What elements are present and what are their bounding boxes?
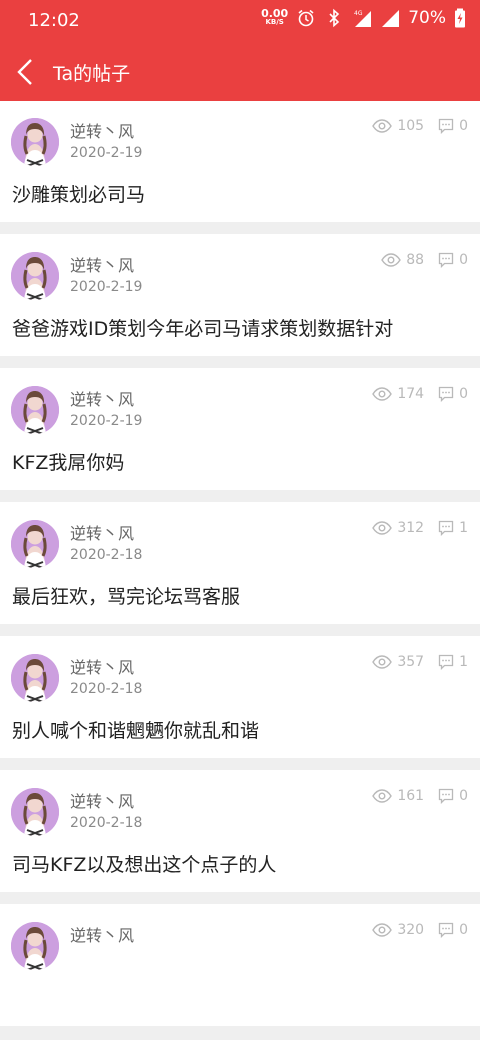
post-username[interactable]: 逆转丶风 <box>70 252 134 276</box>
eye-icon <box>372 923 393 937</box>
avatar[interactable] <box>11 922 59 970</box>
status-time: 12:02 <box>28 10 80 31</box>
post-date: 2020-2-18 <box>70 815 143 831</box>
post-item[interactable]: 逆转丶风 2020-2-18 312 1 最后狂欢，骂完论坛骂客服 <box>0 502 480 624</box>
post-comment-count: 1 <box>459 654 468 670</box>
post-date: 2020-2-19 <box>70 279 143 295</box>
post-content[interactable]: 别人喊个和谐魍魉你就乱和谐 <box>12 716 259 743</box>
post-view-count: 312 <box>397 520 425 536</box>
post-item[interactable]: 逆转丶风 2020-2-18 161 0 司马KFZ以及想出这个点子的人 <box>0 770 480 892</box>
post-stats: 357 1 <box>372 654 468 670</box>
comment-icon <box>438 922 454 938</box>
post-item[interactable]: 逆转丶风 2020-2-19 105 0 沙雕策划必司马 <box>0 101 480 222</box>
avatar-image <box>11 386 59 434</box>
post-content[interactable]: KFZ我屌你妈 <box>12 448 124 475</box>
post-date: 2020-2-18 <box>70 681 143 697</box>
post-comment-count: 0 <box>459 118 468 134</box>
post-view-count: 161 <box>397 788 425 804</box>
nav-bar: Ta的帖子 <box>0 42 480 101</box>
avatar-image <box>11 788 59 836</box>
battery-charging-icon <box>455 8 465 28</box>
post-username[interactable]: 逆转丶风 <box>70 520 134 544</box>
post-comment-count: 1 <box>459 520 468 536</box>
back-button[interactable] <box>14 58 38 86</box>
eye-icon <box>372 387 393 401</box>
comment-icon <box>438 520 454 536</box>
post-view-count: 320 <box>397 922 425 938</box>
avatar-image <box>11 252 59 300</box>
post-date: 2020-2-18 <box>70 547 143 563</box>
avatar-image <box>11 118 59 166</box>
post-view-count: 88 <box>406 252 425 268</box>
post-view-count: 105 <box>397 118 425 134</box>
post-item[interactable]: 逆转丶风 2020-2-19 174 0 KFZ我屌你妈 <box>0 368 480 490</box>
post-date: 2020-2-19 <box>70 413 143 429</box>
post-username[interactable]: 逆转丶风 <box>70 386 134 410</box>
post-comment-count: 0 <box>459 922 468 938</box>
post-item[interactable]: 逆转丶风 2020-2-18 357 1 别人喊个和谐魍魉你就乱和谐 <box>0 636 480 758</box>
comment-icon <box>438 386 454 402</box>
post-view-count: 357 <box>397 654 425 670</box>
bluetooth-icon <box>329 8 340 28</box>
avatar[interactable] <box>11 520 59 568</box>
net-speed-unit: KB/S <box>265 18 284 26</box>
comment-icon <box>438 252 454 268</box>
post-stats: 174 0 <box>372 386 468 402</box>
net-speed: 0.00 KB/S <box>261 7 289 27</box>
post-stats: 320 0 <box>372 922 468 938</box>
eye-icon <box>372 789 393 803</box>
avatar-image <box>11 654 59 702</box>
post-comment-count: 0 <box>459 252 468 268</box>
eye-icon <box>372 521 393 535</box>
wifi-signal-icon <box>382 10 400 27</box>
post-stats: 312 1 <box>372 520 468 536</box>
post-view-count: 174 <box>397 386 425 402</box>
alarm-icon <box>298 9 314 27</box>
4g-signal-icon: 4G <box>354 10 372 27</box>
status-bar: 12:02 0.00 KB/S 4G 70% <box>0 0 480 42</box>
post-stats: 161 0 <box>372 788 468 804</box>
post-comment-count: 0 <box>459 788 468 804</box>
post-username[interactable]: 逆转丶风 <box>70 922 134 946</box>
avatar[interactable] <box>11 386 59 434</box>
post-list[interactable]: 逆转丶风 2020-2-19 110 0 司马策划爸爸游戏叫策划今年必司马来啊伤… <box>0 101 480 1040</box>
avatar[interactable] <box>11 788 59 836</box>
post-username[interactable]: 逆转丶风 <box>70 118 134 142</box>
post-content[interactable]: 司马KFZ以及想出这个点子的人 <box>12 850 276 877</box>
eye-icon <box>372 119 393 133</box>
comment-icon <box>438 654 454 670</box>
avatar-image <box>11 520 59 568</box>
comment-icon <box>438 788 454 804</box>
post-comment-count: 0 <box>459 386 468 402</box>
svg-text:4G: 4G <box>354 10 363 17</box>
post-date: 2020-2-19 <box>70 145 143 161</box>
avatar[interactable] <box>11 654 59 702</box>
eye-icon <box>372 655 393 669</box>
page-title: Ta的帖子 <box>53 63 131 85</box>
avatar[interactable] <box>11 252 59 300</box>
post-item[interactable]: 逆转丶风 2020-2-19 88 0 爸爸游戏ID策划今年必司马请求策划数据针… <box>0 234 480 356</box>
post-stats: 105 0 <box>372 118 468 134</box>
status-icons: 0.00 KB/S 4G 70% <box>261 8 466 28</box>
net-speed-value: 0.00 <box>261 7 289 20</box>
post-username[interactable]: 逆转丶风 <box>70 788 134 812</box>
eye-icon <box>381 253 402 267</box>
post-stats: 88 0 <box>381 252 468 268</box>
post-username[interactable]: 逆转丶风 <box>70 654 134 678</box>
avatar-image <box>11 922 59 970</box>
post-content[interactable]: 最后狂欢，骂完论坛骂客服 <box>12 582 240 609</box>
comment-icon <box>438 118 454 134</box>
post-content[interactable]: 沙雕策划必司马 <box>12 180 145 207</box>
post-item[interactable]: 逆转丶风 320 0 <box>0 904 480 1026</box>
avatar[interactable] <box>11 118 59 166</box>
post-content[interactable]: 爸爸游戏ID策划今年必司马请求策划数据针对 <box>12 314 393 341</box>
battery-percent: 70% <box>408 8 446 28</box>
